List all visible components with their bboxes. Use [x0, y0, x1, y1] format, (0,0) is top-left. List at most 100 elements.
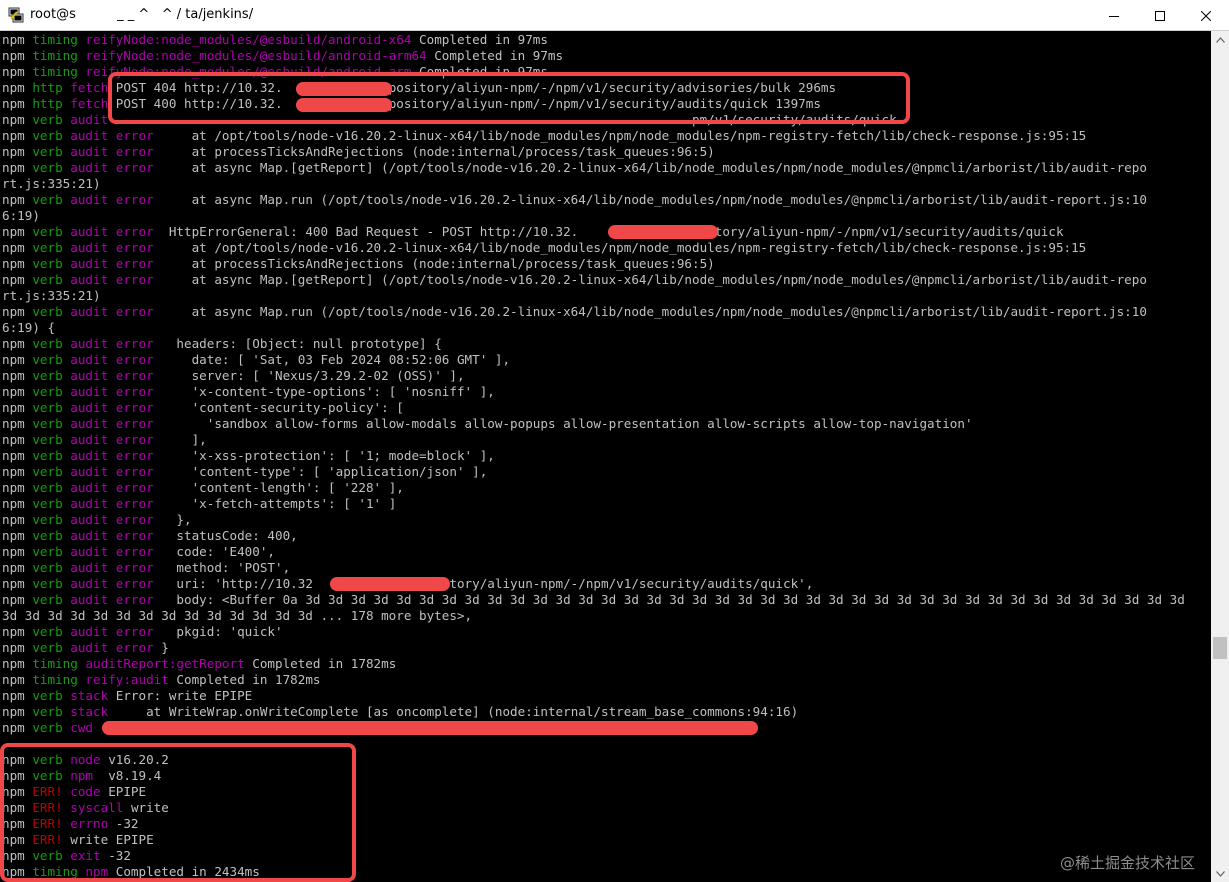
terminal-segment: npm	[2, 128, 33, 143]
terminal-segment: verb	[32, 448, 71, 463]
terminal-line: 3d 3d 3d 3d 3d 3d 3d 3d 3d 3d 3d 3d 3d 3…	[2, 608, 472, 624]
terminal-line: npm verb audit error at processTicksAndR…	[2, 144, 715, 160]
terminal-segment: date: [ 'Sat, 03 Feb 2024 08:52:06 GMT' …	[153, 352, 511, 367]
terminal-segment: timing	[32, 48, 86, 63]
terminal-segment: npm	[2, 160, 33, 175]
terminal-segment: npm	[2, 624, 33, 639]
maximize-button[interactable]	[1137, 0, 1183, 31]
terminal-segment: verb	[32, 192, 71, 207]
terminal-segment: audit error	[70, 368, 154, 383]
terminal-segment: Completed in 1782ms	[252, 656, 397, 671]
terminal-segment: audit error	[70, 128, 154, 143]
terminal-segment: 'content-length': [ '228' ],	[153, 480, 404, 495]
terminal-line: rt.js:335:21)	[2, 288, 101, 304]
terminal-segment: npm	[2, 640, 33, 655]
terminal-line: npm verb audit error at processTicksAndR…	[2, 256, 715, 272]
terminal-segment: verb	[32, 576, 71, 591]
window-titlebar[interactable]: root@s _ _ ^ ^ / ta/jenkins/	[0, 0, 1229, 31]
redaction-mark	[102, 721, 758, 735]
terminal-segment: verb	[32, 592, 71, 607]
terminal-segment: verb	[32, 368, 71, 383]
terminal-segment: verb	[32, 528, 71, 543]
terminal-segment: Completed in 97ms	[419, 32, 548, 47]
terminal-line: npm verb audit error statusCode: 400,	[2, 528, 298, 544]
terminal-segment: verb	[32, 432, 71, 447]
terminal-segment: verb	[32, 336, 71, 351]
terminal-segment: npm	[2, 368, 33, 383]
terminal-segment: at /opt/tools/node-v16.20.2-linux-x64/li…	[153, 240, 1087, 255]
close-button[interactable]	[1183, 0, 1229, 31]
terminal-segment: npm	[2, 144, 33, 159]
terminal-segment: audit error	[70, 384, 154, 399]
terminal-segment: at WriteWrap.onWriteComplete [as oncompl…	[115, 704, 799, 719]
terminal-segment: audit error	[70, 256, 154, 271]
terminal-segment: audit error	[70, 464, 154, 479]
terminal-segment: npm	[2, 416, 33, 431]
terminal-segment: npm	[2, 256, 33, 271]
terminal-line: npm verb audit error at /opt/tools/node-…	[2, 128, 1086, 144]
terminal-line: npm verb audit error method: 'POST',	[2, 560, 290, 576]
terminal-segment: npm	[2, 352, 33, 367]
terminal-segment: verb	[32, 160, 71, 175]
watermark: @稀土掘金技术社区	[1060, 854, 1196, 872]
terminal-segment: auditReport:getReport	[85, 656, 253, 671]
terminal-segment: audit error	[70, 496, 154, 511]
scroll-down-icon[interactable]	[1211, 865, 1229, 882]
terminal-segment: verb	[32, 272, 71, 287]
vertical-scrollbar[interactable]	[1211, 31, 1229, 882]
terminal-line: npm verb audit error body: <Buffer 0a 3d…	[2, 592, 1185, 608]
terminal-segment: audit error	[70, 560, 154, 575]
terminal-segment: npm	[2, 336, 33, 351]
terminal-line: npm timing auditReport:getReport Complet…	[2, 656, 396, 672]
terminal-line: npm verb audit error 'content-security-p…	[2, 400, 404, 416]
terminal-segment: verb	[32, 384, 71, 399]
terminal-line: npm timing reify:audit Completed in 1782…	[2, 672, 320, 688]
terminal-line: npm verb audit error pkgid: 'quick'	[2, 624, 283, 640]
highlight-box-http-fetch	[108, 72, 910, 124]
terminal-line: npm timing reifyNode:node_modules/@esbui…	[2, 48, 563, 64]
terminal-segment: audit error	[70, 448, 154, 463]
terminal-segment: npm	[2, 64, 33, 79]
terminal-line: npm verb audit error date: [ 'Sat, 03 Fe…	[2, 352, 510, 368]
terminal-segment: rt.js:335:21)	[2, 176, 101, 191]
terminal-line: rt.js:335:21)	[2, 176, 101, 192]
terminal-segment: at async Map.run (/opt/tools/node-v16.20…	[153, 192, 1147, 207]
terminal-segment: }	[153, 640, 169, 655]
terminal-segment: stack	[70, 688, 116, 703]
terminal-segment: npm	[2, 432, 33, 447]
terminal-line: npm timing reifyNode:node_modules/@esbui…	[2, 32, 548, 48]
maximize-icon	[1155, 10, 1165, 21]
terminal-segment: npm	[2, 720, 33, 735]
terminal-segment: cwd	[70, 720, 101, 735]
terminal-line: npm verb audit error 'content-length': […	[2, 480, 404, 496]
scroll-up-icon[interactable]	[1211, 31, 1229, 48]
terminal-segment: audit error	[70, 480, 154, 495]
terminal-segment: audit error	[70, 576, 154, 591]
terminal-segment: verb	[32, 496, 71, 511]
terminal-segment: npm	[2, 224, 33, 239]
terminal-segment: npm	[2, 80, 33, 95]
terminal-segment: verb	[32, 304, 71, 319]
terminal-segment: body: <Buffer 0a 3d 3d 3d 3d 3d 3d 3d 3d…	[153, 592, 1185, 607]
terminal-segment: audit error	[70, 512, 154, 527]
terminal-segment: audit error	[70, 224, 154, 239]
terminal-segment: verb	[32, 224, 71, 239]
terminal-line: npm verb audit error code: 'E400',	[2, 544, 275, 560]
terminal-segment: npm	[2, 272, 33, 287]
terminal-segment: verb	[32, 624, 71, 639]
terminal-segment: npm	[2, 656, 33, 671]
terminal-line: npm verb audit error at async Map.[getRe…	[2, 272, 1147, 288]
terminal-segment: npm	[2, 672, 33, 687]
terminal-segment: audit error	[70, 352, 154, 367]
terminal-segment: npm	[2, 480, 33, 495]
terminal-segment: 3d 3d 3d 3d 3d 3d 3d 3d 3d 3d 3d 3d 3d 3…	[2, 608, 473, 623]
minimize-button[interactable]	[1091, 0, 1137, 31]
terminal-segment: npm	[2, 112, 33, 127]
terminal-line: npm verb audit error }	[2, 640, 169, 656]
terminal-line: npm verb audit error headers: [Object: n…	[2, 336, 442, 352]
terminal-segment: verb	[32, 688, 71, 703]
terminal-segment: verb	[32, 640, 71, 655]
terminal-segment: audit error	[70, 304, 154, 319]
scrollbar-thumb[interactable]	[1213, 637, 1227, 659]
terminal-segment: npm	[2, 32, 33, 47]
